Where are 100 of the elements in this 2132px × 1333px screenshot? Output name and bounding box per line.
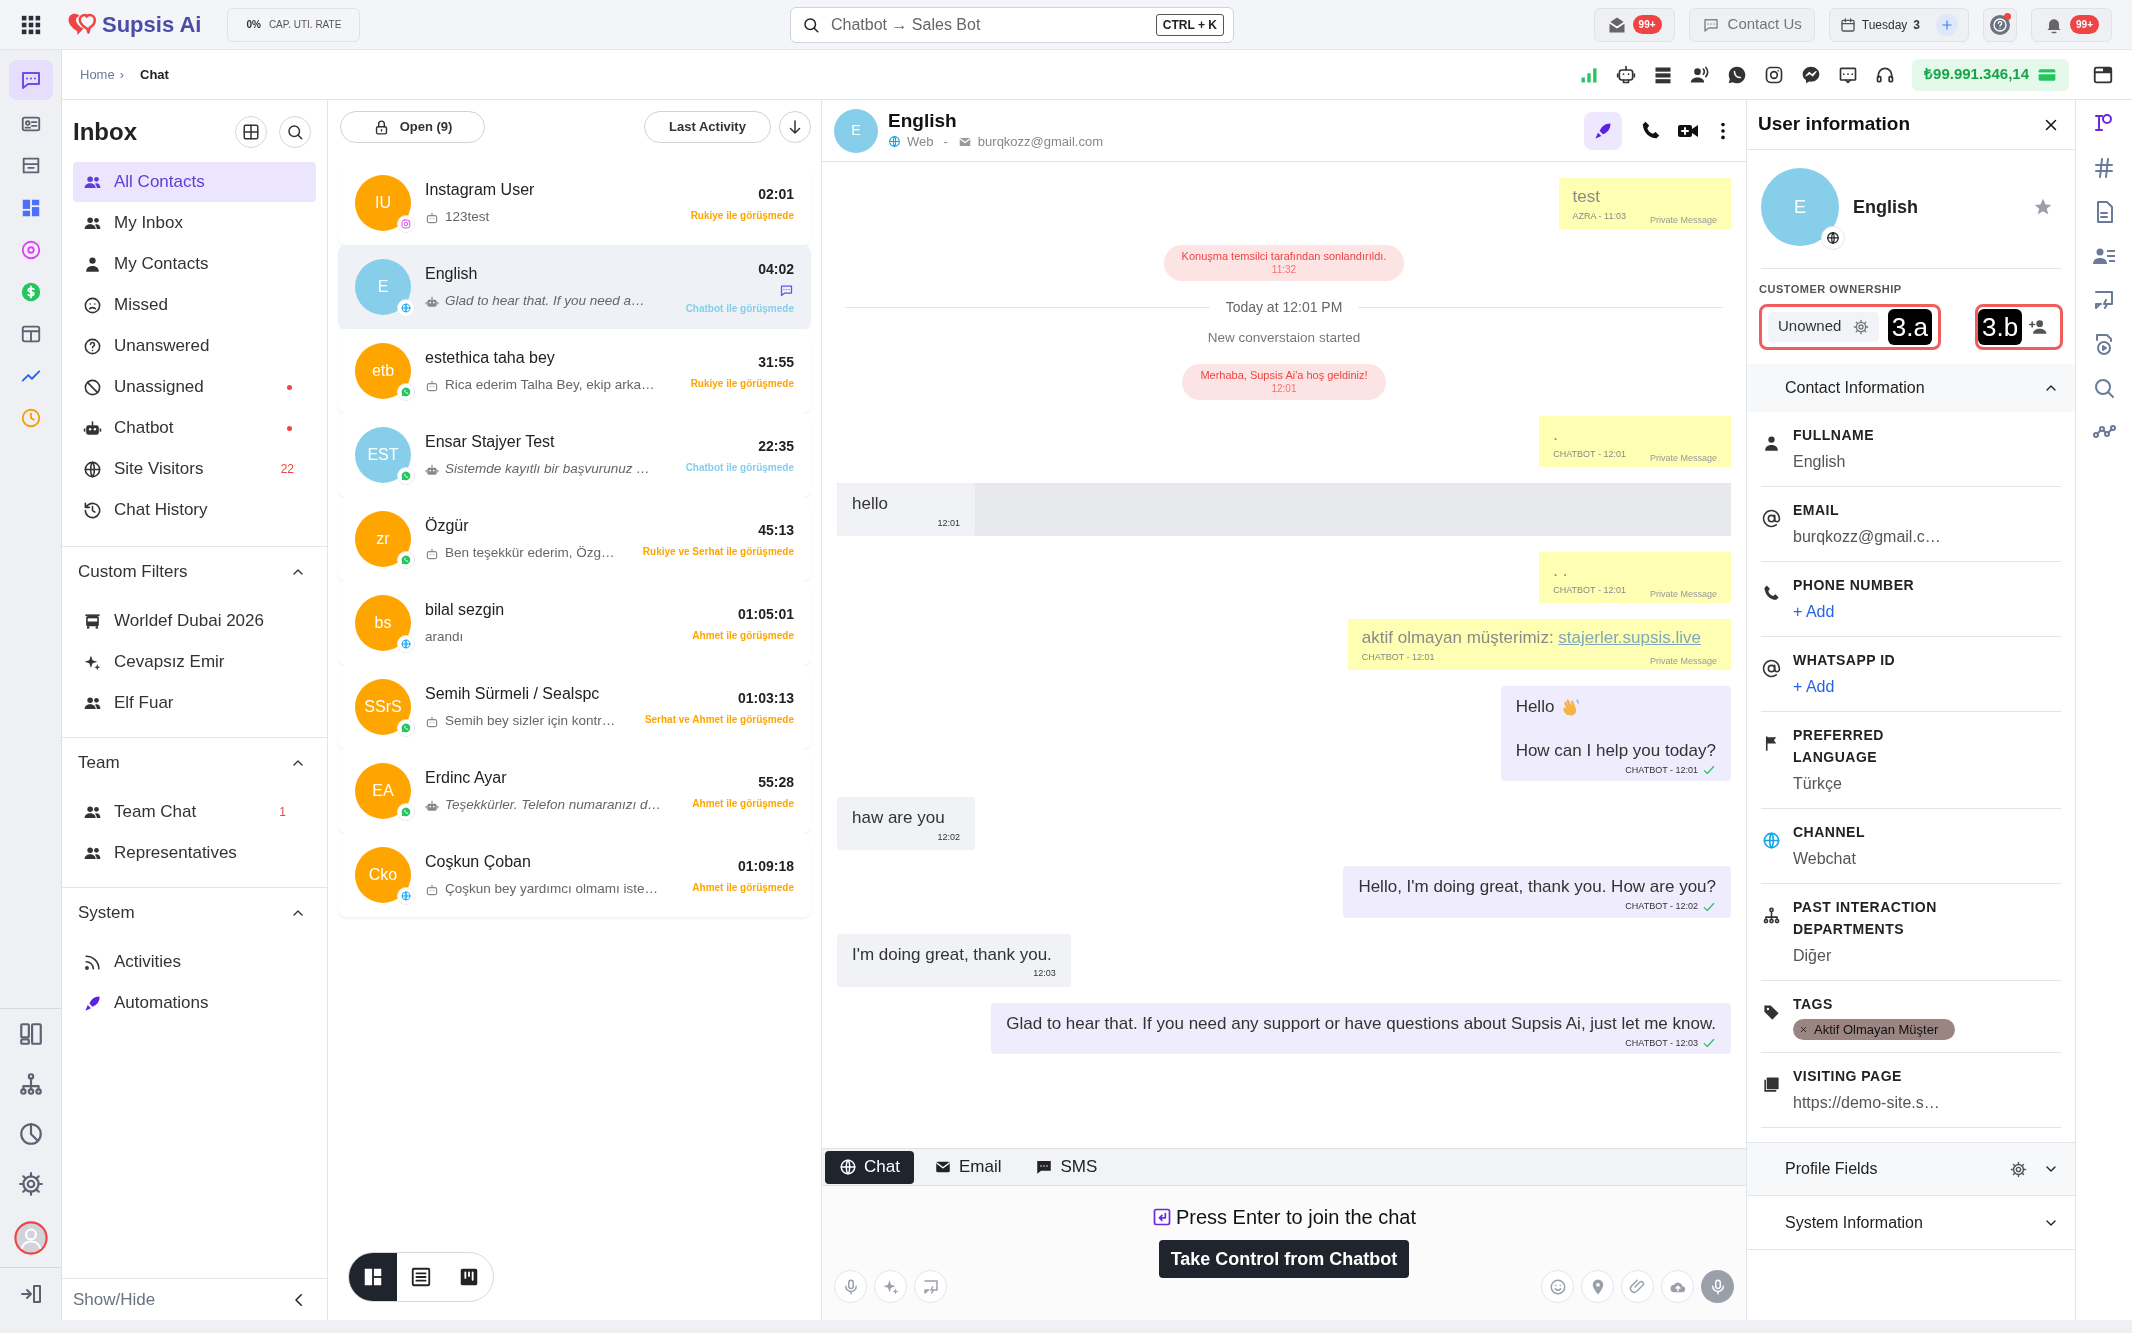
exit-icon[interactable] <box>18 1282 43 1306</box>
message-meta: CHATBOT - 12:01 <box>1553 447 1626 461</box>
hashtag-icon[interactable] <box>2092 156 2116 180</box>
tag-chip[interactable]: Aktif Olmayan Müşter <box>1793 1018 1955 1040</box>
messages-button[interactable]: 99+ <box>1593 7 1675 42</box>
record-button[interactable] <box>1701 1270 1734 1303</box>
conversation-item[interactable]: bs bilal sezgin arandı 01:05:01 Ahmet ile görüşmede <box>338 581 811 665</box>
pin-button[interactable] <box>1581 1270 1614 1303</box>
avatar: bs <box>355 595 411 651</box>
conversation-item[interactable]: etb estethica taha bey Rica ederim Talha Bey, ekip arka… 31:55 Rukiye ile görüşmede <box>338 329 811 413</box>
conversation-item[interactable]: zr Özgür Ben teşekkür ederim, Özg… 45:13 Rukiye ve Serhat ile görüşmede <box>338 497 811 581</box>
message-time: 11:32 <box>1271 263 1297 276</box>
nav-item[interactable]: Cevapsız Emir <box>73 642 316 682</box>
chat-flash-icon[interactable] <box>2092 288 2116 312</box>
nav-item[interactable]: My Inbox <box>73 203 316 243</box>
notifications-button[interactable]: 99+ <box>2031 7 2112 42</box>
section-header[interactable]: Custom Filters <box>73 557 316 587</box>
section-header[interactable]: Team <box>73 748 316 778</box>
message-meta: CHATBOT - 12:03 <box>1625 1036 1698 1050</box>
user-avatar-icon[interactable] <box>13 1221 48 1255</box>
search-icon[interactable] <box>2092 376 2116 400</box>
view-button[interactable] <box>349 1253 397 1301</box>
status-text: Rukiye ve Serhat ile görüşmede <box>642 544 794 559</box>
nav-item[interactable]: Chat History <box>73 490 316 530</box>
calendar-icon <box>1839 16 1856 33</box>
take-control-button[interactable]: Take Control from Chatbot <box>1158 1240 1410 1278</box>
separator-text: - <box>943 132 948 151</box>
at-sign-icon <box>1761 508 1781 528</box>
nav-item[interactable]: All Contacts <box>73 162 316 202</box>
gear-icon[interactable] <box>17 1171 44 1197</box>
rocket-button[interactable] <box>1584 111 1622 150</box>
nav-item[interactable]: My Contacts <box>73 244 316 284</box>
nav-item[interactable]: Missed <box>73 285 316 325</box>
pie-chart-icon[interactable] <box>17 1121 44 1147</box>
nav-item[interactable]: Worldef Dubai 2026 <box>73 601 316 641</box>
nav-item[interactable]: Chatbot <box>73 408 316 448</box>
nav-item[interactable]: Unanswered <box>73 326 316 366</box>
robot-face-icon[interactable] <box>1616 64 1637 85</box>
robot-icon <box>83 418 102 438</box>
sparkle-button[interactable] <box>874 1270 907 1303</box>
composer-tab[interactable]: Chat <box>825 1150 914 1184</box>
nav-item[interactable]: Representatives <box>73 833 316 873</box>
globe-icon <box>1821 226 1845 250</box>
rail-button[interactable] <box>8 60 53 100</box>
section-header[interactable]: Profile Fields <box>1747 1142 2075 1196</box>
conversation-item[interactable]: EA Erdinc Ayar Teşekkürler. Telefon numaranızı d… 55:28 Ahmet ile görüşmede <box>338 749 811 833</box>
breadcrumb-link[interactable]: Home <box>80 64 115 85</box>
ownership-button[interactable]: Unowned <box>1768 311 1880 342</box>
avatar: etb <box>355 343 411 399</box>
message-text: Konuşma temsilci tarafından sonlandırıldı. <box>1181 250 1387 263</box>
section-header[interactable]: System <box>73 898 316 928</box>
conversation-item[interactable]: SSrS Semih Sürmeli / Sealspc Semih bey sizler için kontr… 01:03:13 Serhat ve Ahmet ile görüşmede <box>338 665 811 749</box>
lightning-bubble-icon[interactable] <box>1801 64 1822 85</box>
nav-item[interactable]: Automations <box>73 983 316 1023</box>
paperclip-button[interactable] <box>1621 1270 1654 1303</box>
conversation-item[interactable]: EST Ensar Stajyer Test Sistemde kayıtlı bir başvurunuz … 22:35 Chatbot ile görüşmede <box>338 413 811 497</box>
globe-icon <box>397 635 415 653</box>
nav-item[interactable]: Site Visitors 22 <box>73 449 316 489</box>
nav-item[interactable]: Elf Fuar <box>73 683 316 723</box>
smiley-button[interactable] <box>1541 1270 1574 1303</box>
field-label: WHATSAPP ID <box>1793 650 1896 670</box>
time-text: 31:55 <box>758 352 794 372</box>
add-link[interactable]: + Add <box>1793 674 1896 699</box>
composer-tab[interactable]: SMS <box>1021 1150 1112 1184</box>
contact-name: estethica taha bey <box>425 348 556 369</box>
grid-icon[interactable] <box>20 13 42 36</box>
nav-item[interactable]: Team Chat 1 <box>73 792 316 832</box>
gear-icon <box>1853 318 1870 335</box>
breadcrumb-link[interactable]: Chat <box>140 64 169 85</box>
composer-tab[interactable]: Email <box>919 1150 1016 1184</box>
camera-icon[interactable] <box>1764 64 1785 85</box>
count-badge: 99+ <box>1632 15 1662 34</box>
field-label: TAGS <box>1793 994 1834 1014</box>
time-text: 45:13 <box>758 520 794 540</box>
smiley-icon <box>1548 1277 1567 1296</box>
hierarchy-icon[interactable] <box>17 1071 44 1097</box>
section-header[interactable]: Contact Information <box>1747 363 2075 412</box>
nav-item[interactable]: Unassigned <box>73 367 316 407</box>
help-button[interactable] <box>1983 7 2018 42</box>
conversation-item[interactable]: IU Instagram User 123test 02:01 Rukiye ile görüşmede <box>338 161 811 245</box>
field-value: English <box>1793 451 1847 472</box>
bus-icon <box>83 611 102 631</box>
callout-label: 3.b <box>1978 308 2023 345</box>
browser-window-icon[interactable] <box>19 323 42 345</box>
field-value: Diğer <box>1793 945 1833 966</box>
message-text: Glad to hear that. If you need any support or have questions about Supsis Ai, just let me know. <box>1006 1012 1716 1035</box>
conversation-item[interactable]: Cko Coşkun Çoban Çoşkun bey yardımcı olmamı iste… 01:09:18 Ahmet ile görüşmede <box>338 833 811 917</box>
speaking-person-icon[interactable] <box>1690 64 1711 85</box>
message-text: test <box>1572 186 1601 208</box>
star-icon[interactable] <box>2033 197 2053 217</box>
message-preview: Teşekkürler. Telefon numaranızı d… <box>445 796 662 815</box>
conversation-item[interactable]: E English Glad to hear that. If you need a… 04:02 Chatbot ile görüşmede <box>338 245 811 329</box>
time-text: 01:05:01 <box>737 604 794 624</box>
nav-item[interactable]: Activities <box>73 942 316 982</box>
contact-us-button[interactable]: Contact Us <box>1688 7 1815 42</box>
target-icon[interactable] <box>19 239 42 261</box>
add-link[interactable]: + Add <box>1793 599 1915 624</box>
columns-icon[interactable] <box>17 1021 44 1047</box>
cloud-upload-button[interactable] <box>1661 1270 1694 1303</box>
tag-icon <box>1761 1002 1781 1022</box>
